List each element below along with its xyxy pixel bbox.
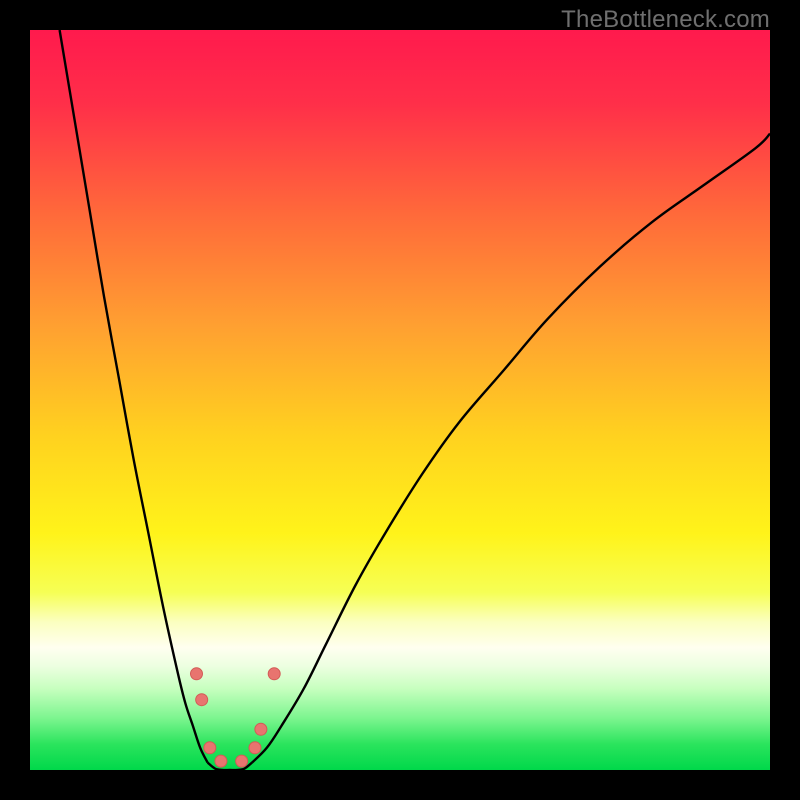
gradient-rect <box>30 30 770 770</box>
outer-black-frame: TheBottleneck.com <box>0 0 800 800</box>
plot-area <box>30 30 770 770</box>
background-gradient <box>30 30 770 770</box>
